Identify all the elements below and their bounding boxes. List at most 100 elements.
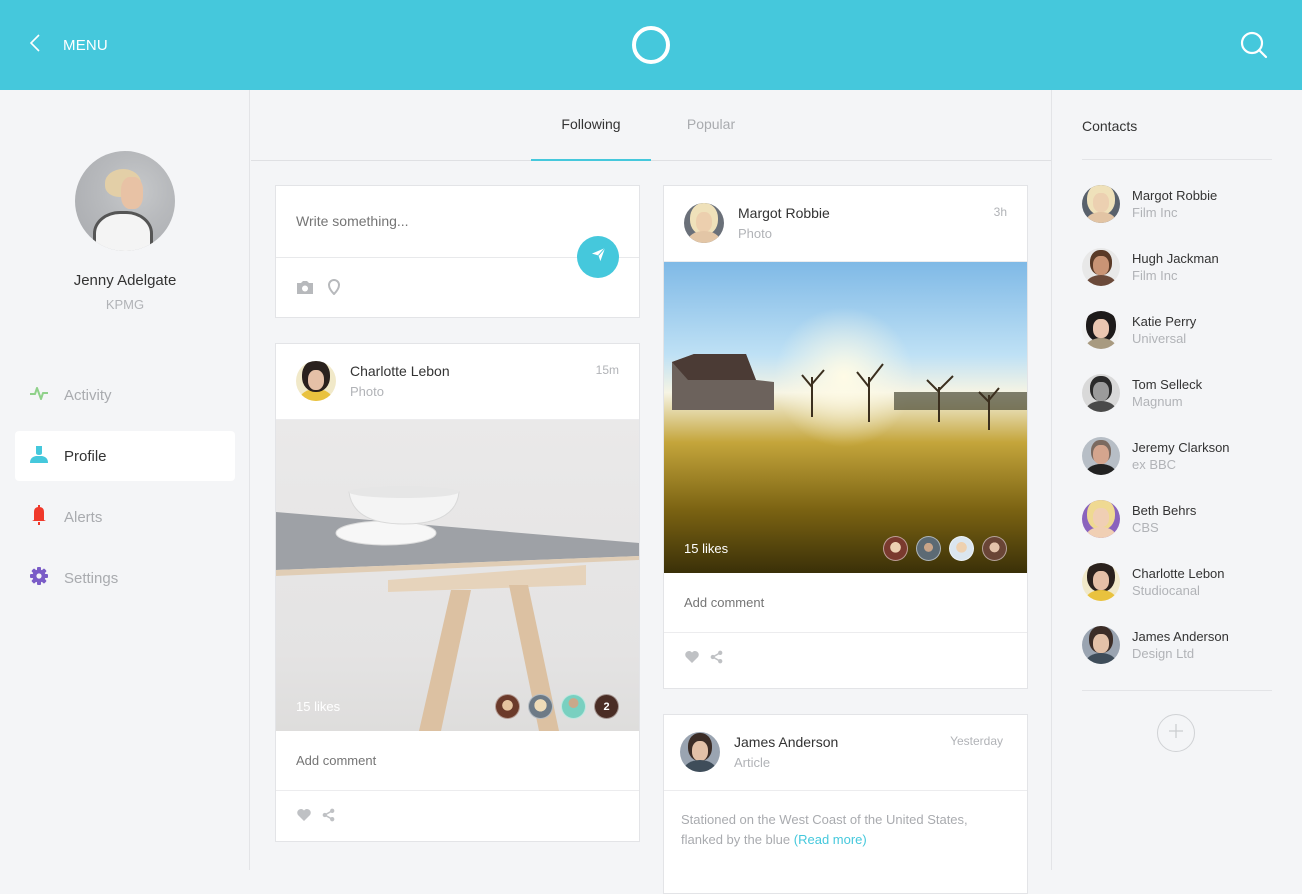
composer-input[interactable] — [296, 213, 556, 229]
sidebar-item-settings[interactable]: Settings — [15, 553, 235, 603]
avatar — [1082, 563, 1120, 601]
avatar — [1082, 500, 1120, 538]
post-header: Margot Robbie Photo 3h — [664, 186, 1027, 262]
post-actions — [276, 791, 639, 840]
likes-count[interactable]: 15 likes — [684, 541, 728, 556]
tab-following[interactable]: Following — [531, 90, 651, 161]
post-card: Charlotte Lebon Photo 15m 15 likes 2 — [275, 343, 640, 842]
sidebar-item-label: Profile — [64, 447, 107, 465]
contact-org: Universal — [1132, 331, 1187, 346]
sidebar-item-activity[interactable]: Activity — [15, 370, 235, 420]
post-time: 15m — [595, 363, 619, 377]
liker-avatar[interactable] — [495, 694, 520, 719]
comment-input[interactable] — [296, 753, 596, 768]
location-pin-icon[interactable] — [327, 278, 341, 300]
liker-avatar[interactable] — [561, 694, 586, 719]
top-bar: MENU — [0, 0, 1302, 90]
liker-avatar[interactable] — [982, 536, 1007, 561]
post-card: Margot Robbie Photo 3h 15 likes — [663, 185, 1028, 689]
profile-avatar[interactable] — [75, 151, 175, 251]
avatar — [1082, 248, 1120, 286]
sidebar-item-alerts[interactable]: Alerts — [15, 492, 235, 542]
contact-org: Magnum — [1132, 394, 1183, 409]
contact-org: ex BBC — [1132, 457, 1177, 472]
menu-button[interactable]: MENU — [28, 30, 108, 60]
avatar — [1082, 311, 1120, 349]
share-icon[interactable] — [322, 808, 335, 822]
feed-tabs: Following Popular — [251, 90, 1051, 161]
contact-item[interactable]: Katie Perry Universal — [1082, 311, 1282, 374]
avatar[interactable] — [296, 361, 336, 401]
contact-name: Charlotte Lebon — [1132, 566, 1225, 581]
sidebar-item-profile[interactable]: Profile — [15, 431, 235, 481]
contacts-panel: Contacts Margot Robbie Film Inc Hugh Jac… — [1051, 90, 1302, 870]
add-contact-button[interactable] — [1157, 714, 1195, 752]
contact-name: James Anderson — [1132, 629, 1229, 644]
activity-pulse-icon — [29, 383, 49, 408]
post-photo-field[interactable]: 15 likes — [664, 262, 1027, 573]
post-type: Photo — [350, 384, 384, 399]
article-excerpt: Stationed on the West Coast of the Unite… — [681, 810, 1001, 850]
read-more-link[interactable]: (Read more) — [794, 832, 867, 847]
contact-name: Hugh Jackman — [1132, 251, 1219, 266]
contact-item[interactable]: Charlotte Lebon Studiocanal — [1082, 563, 1282, 626]
post-time: Yesterday — [950, 734, 1003, 748]
divider — [1082, 159, 1272, 160]
liker-avatar[interactable] — [528, 694, 553, 719]
left-sidebar: Jenny Adelgate KPMG Activity Profile Ale… — [0, 90, 250, 870]
camera-icon[interactable] — [296, 279, 314, 300]
contact-item[interactable]: Jeremy Clarkson ex BBC — [1082, 437, 1282, 500]
contact-name: Margot Robbie — [1132, 188, 1218, 203]
likers-avatars — [883, 536, 1007, 561]
post-time: 3h — [993, 205, 1007, 219]
chevron-left-icon — [28, 33, 42, 57]
ring-logo-icon[interactable] — [632, 26, 670, 64]
post-header: James Anderson Article Yesterday — [664, 715, 1027, 791]
contact-org: Design Ltd — [1132, 646, 1195, 661]
contact-name: Beth Behrs — [1132, 503, 1197, 518]
post-author[interactable]: James Anderson — [734, 734, 838, 750]
contact-name: Tom Selleck — [1132, 377, 1203, 392]
paper-plane-icon — [591, 247, 606, 267]
avatar[interactable] — [680, 732, 720, 772]
contact-org: Studiocanal — [1132, 583, 1200, 598]
likes-count[interactable]: 15 likes — [296, 699, 340, 714]
post-photo-table[interactable]: 15 likes 2 — [276, 420, 639, 731]
contact-item[interactable]: James Anderson Design Ltd — [1082, 626, 1282, 689]
search-icon — [1238, 31, 1270, 65]
contacts-list: Margot Robbie Film Inc Hugh Jackman Film… — [1082, 185, 1282, 689]
tab-popular[interactable]: Popular — [651, 90, 771, 161]
search-button[interactable] — [1238, 29, 1270, 61]
sidebar-item-label: Alerts — [64, 508, 103, 526]
contact-item[interactable]: Hugh Jackman Film Inc — [1082, 248, 1282, 311]
contact-item[interactable]: Tom Selleck Magnum — [1082, 374, 1282, 437]
liker-more-count[interactable]: 2 — [594, 694, 619, 719]
heart-icon[interactable] — [684, 650, 700, 664]
contact-org: CBS — [1132, 520, 1159, 535]
share-icon[interactable] — [710, 650, 723, 664]
liker-avatar[interactable] — [949, 536, 974, 561]
post-author[interactable]: Margot Robbie — [738, 205, 830, 221]
gear-icon — [29, 566, 49, 591]
menu-label: MENU — [63, 36, 108, 54]
liker-avatar[interactable] — [883, 536, 908, 561]
contact-item[interactable]: Beth Behrs CBS — [1082, 500, 1282, 563]
post-card: James Anderson Article Yesterday Station… — [663, 714, 1028, 894]
divider — [1082, 690, 1272, 691]
avatar — [1082, 626, 1120, 664]
heart-icon[interactable] — [296, 808, 312, 822]
liker-avatar[interactable] — [916, 536, 941, 561]
post-actions — [664, 633, 1027, 682]
post-author[interactable]: Charlotte Lebon — [350, 363, 450, 379]
plus-icon — [1168, 723, 1184, 744]
send-button[interactable] — [577, 236, 619, 278]
bell-icon — [29, 504, 49, 530]
avatar[interactable] — [684, 203, 724, 243]
user-icon — [29, 444, 49, 469]
comment-input[interactable] — [684, 595, 984, 610]
contact-item[interactable]: Margot Robbie Film Inc — [1082, 185, 1282, 248]
sidebar-nav: Activity Profile Alerts Settings — [15, 370, 235, 614]
avatar — [1082, 374, 1120, 412]
post-type: Article — [734, 755, 771, 770]
profile-name: Jenny Adelgate — [73, 272, 177, 289]
